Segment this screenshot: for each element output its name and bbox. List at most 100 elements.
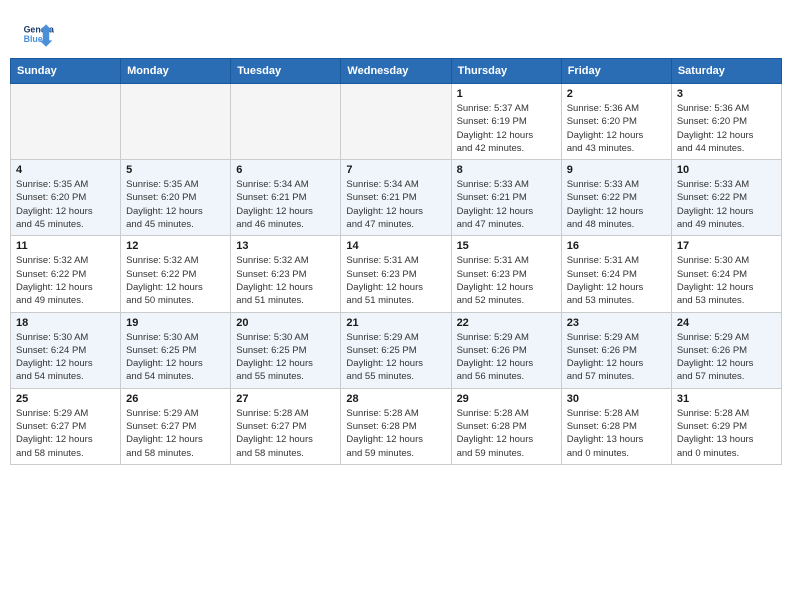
- day-number: 9: [567, 164, 666, 176]
- day-info: Sunrise: 5:31 AM Sunset: 6:23 PM Dayligh…: [457, 254, 556, 307]
- calendar-day-cell: 2 Sunrise: 5:36 AM Sunset: 6:20 PM Daylig…: [561, 84, 671, 160]
- calendar-day-cell: 9 Sunrise: 5:33 AM Sunset: 6:22 PM Daylig…: [561, 160, 671, 236]
- logo: General Blue: [22, 18, 54, 50]
- day-number: 29: [457, 393, 556, 405]
- day-info: Sunrise: 5:36 AM Sunset: 6:20 PM Dayligh…: [677, 102, 776, 155]
- calendar-day-cell: 10 Sunrise: 5:33 AM Sunset: 6:22 PM Dayli…: [671, 160, 781, 236]
- calendar-day-cell: 15 Sunrise: 5:31 AM Sunset: 6:23 PM Dayli…: [451, 236, 561, 312]
- calendar-day-cell: 31 Sunrise: 5:28 AM Sunset: 6:29 PM Dayli…: [671, 388, 781, 464]
- day-info: Sunrise: 5:28 AM Sunset: 6:27 PM Dayligh…: [236, 407, 335, 460]
- weekday-header-monday: Monday: [121, 59, 231, 84]
- calendar-day-cell: 14Sunrise: 5:31 AM Sunset: 6:23 PM Dayli…: [341, 236, 451, 312]
- calendar-day-cell: 16 Sunrise: 5:31 AM Sunset: 6:24 PM Dayli…: [561, 236, 671, 312]
- day-info: Sunrise: 5:32 AM Sunset: 6:22 PM Dayligh…: [16, 254, 115, 307]
- day-info: Sunrise: 5:33 AM Sunset: 6:22 PM Dayligh…: [677, 178, 776, 231]
- calendar-day-cell: 13 Sunrise: 5:32 AM Sunset: 6:23 PM Dayli…: [231, 236, 341, 312]
- day-info: Sunrise: 5:34 AM Sunset: 6:21 PM Dayligh…: [346, 178, 445, 231]
- calendar-day-cell: 24 Sunrise: 5:29 AM Sunset: 6:26 PM Dayli…: [671, 312, 781, 388]
- calendar-day-cell: 28 Sunrise: 5:28 AM Sunset: 6:28 PM Dayli…: [341, 388, 451, 464]
- day-number: 14: [346, 240, 445, 252]
- day-info: Sunrise: 5:30 AM Sunset: 6:24 PM Dayligh…: [677, 254, 776, 307]
- calendar-day-cell: 6Sunrise: 5:34 AM Sunset: 6:21 PM Daylig…: [231, 160, 341, 236]
- day-number: 31: [677, 393, 776, 405]
- logo-icon: General Blue: [22, 18, 54, 50]
- day-number: 3: [677, 88, 776, 100]
- day-info: Sunrise: 5:29 AM Sunset: 6:27 PM Dayligh…: [16, 407, 115, 460]
- calendar-week-row: 25 Sunrise: 5:29 AM Sunset: 6:27 PM Dayli…: [11, 388, 782, 464]
- day-info: Sunrise: 5:34 AM Sunset: 6:21 PM Dayligh…: [236, 178, 335, 231]
- day-info: Sunrise: 5:33 AM Sunset: 6:21 PM Dayligh…: [457, 178, 556, 231]
- day-info: Sunrise: 5:33 AM Sunset: 6:22 PM Dayligh…: [567, 178, 666, 231]
- day-info: Sunrise: 5:31 AM Sunset: 6:24 PM Dayligh…: [567, 254, 666, 307]
- day-number: 20: [236, 317, 335, 329]
- svg-text:Blue: Blue: [24, 34, 43, 44]
- calendar-day-cell: 8 Sunrise: 5:33 AM Sunset: 6:21 PM Daylig…: [451, 160, 561, 236]
- day-number: 4: [16, 164, 115, 176]
- day-number: 25: [16, 393, 115, 405]
- calendar-day-cell: 5 Sunrise: 5:35 AM Sunset: 6:20 PM Daylig…: [121, 160, 231, 236]
- calendar-day-cell: 21 Sunrise: 5:29 AM Sunset: 6:25 PM Dayli…: [341, 312, 451, 388]
- day-info: Sunrise: 5:28 AM Sunset: 6:28 PM Dayligh…: [346, 407, 445, 460]
- day-info: Sunrise: 5:32 AM Sunset: 6:23 PM Dayligh…: [236, 254, 335, 307]
- calendar-day-cell: 25 Sunrise: 5:29 AM Sunset: 6:27 PM Dayli…: [11, 388, 121, 464]
- day-info: Sunrise: 5:29 AM Sunset: 6:27 PM Dayligh…: [126, 407, 225, 460]
- day-info: Sunrise: 5:28 AM Sunset: 6:28 PM Dayligh…: [567, 407, 666, 460]
- calendar-day-cell: 30 Sunrise: 5:28 AM Sunset: 6:28 PM Dayli…: [561, 388, 671, 464]
- calendar-day-cell: [121, 84, 231, 160]
- day-number: 13: [236, 240, 335, 252]
- calendar-day-cell: 7Sunrise: 5:34 AM Sunset: 6:21 PM Daylig…: [341, 160, 451, 236]
- calendar-day-cell: [11, 84, 121, 160]
- calendar-table: SundayMondayTuesdayWednesdayThursdayFrid…: [10, 58, 782, 465]
- day-number: 27: [236, 393, 335, 405]
- day-info: Sunrise: 5:29 AM Sunset: 6:26 PM Dayligh…: [457, 331, 556, 384]
- weekday-header-thursday: Thursday: [451, 59, 561, 84]
- day-info: Sunrise: 5:36 AM Sunset: 6:20 PM Dayligh…: [567, 102, 666, 155]
- day-number: 21: [346, 317, 445, 329]
- calendar-day-cell: [231, 84, 341, 160]
- weekday-header-sunday: Sunday: [11, 59, 121, 84]
- calendar-day-cell: [341, 84, 451, 160]
- day-info: Sunrise: 5:35 AM Sunset: 6:20 PM Dayligh…: [16, 178, 115, 231]
- page-header: General Blue: [10, 10, 782, 54]
- day-info: Sunrise: 5:30 AM Sunset: 6:24 PM Dayligh…: [16, 331, 115, 384]
- day-number: 15: [457, 240, 556, 252]
- weekday-header-saturday: Saturday: [671, 59, 781, 84]
- day-info: Sunrise: 5:28 AM Sunset: 6:28 PM Dayligh…: [457, 407, 556, 460]
- calendar-week-row: 11 Sunrise: 5:32 AM Sunset: 6:22 PM Dayli…: [11, 236, 782, 312]
- weekday-header-wednesday: Wednesday: [341, 59, 451, 84]
- day-info: Sunrise: 5:29 AM Sunset: 6:25 PM Dayligh…: [346, 331, 445, 384]
- calendar-day-cell: 23 Sunrise: 5:29 AM Sunset: 6:26 PM Dayli…: [561, 312, 671, 388]
- day-number: 30: [567, 393, 666, 405]
- day-number: 2: [567, 88, 666, 100]
- weekday-header-friday: Friday: [561, 59, 671, 84]
- day-info: Sunrise: 5:29 AM Sunset: 6:26 PM Dayligh…: [567, 331, 666, 384]
- day-info: Sunrise: 5:29 AM Sunset: 6:26 PM Dayligh…: [677, 331, 776, 384]
- day-number: 17: [677, 240, 776, 252]
- day-number: 5: [126, 164, 225, 176]
- day-info: Sunrise: 5:35 AM Sunset: 6:20 PM Dayligh…: [126, 178, 225, 231]
- day-number: 26: [126, 393, 225, 405]
- day-number: 11: [16, 240, 115, 252]
- calendar-day-cell: 19Sunrise: 5:30 AM Sunset: 6:25 PM Dayli…: [121, 312, 231, 388]
- calendar-day-cell: 1 Sunrise: 5:37 AM Sunset: 6:19 PM Daylig…: [451, 84, 561, 160]
- day-number: 1: [457, 88, 556, 100]
- day-number: 16: [567, 240, 666, 252]
- day-number: 23: [567, 317, 666, 329]
- day-info: Sunrise: 5:28 AM Sunset: 6:29 PM Dayligh…: [677, 407, 776, 460]
- calendar-day-cell: 11 Sunrise: 5:32 AM Sunset: 6:22 PM Dayli…: [11, 236, 121, 312]
- day-number: 19: [126, 317, 225, 329]
- calendar-week-row: 18 Sunrise: 5:30 AM Sunset: 6:24 PM Dayli…: [11, 312, 782, 388]
- day-number: 24: [677, 317, 776, 329]
- day-info: Sunrise: 5:37 AM Sunset: 6:19 PM Dayligh…: [457, 102, 556, 155]
- calendar-day-cell: 27 Sunrise: 5:28 AM Sunset: 6:27 PM Dayli…: [231, 388, 341, 464]
- calendar-day-cell: 20Sunrise: 5:30 AM Sunset: 6:25 PM Dayli…: [231, 312, 341, 388]
- calendar-day-cell: 29 Sunrise: 5:28 AM Sunset: 6:28 PM Dayli…: [451, 388, 561, 464]
- day-number: 28: [346, 393, 445, 405]
- calendar-week-row: 1 Sunrise: 5:37 AM Sunset: 6:19 PM Daylig…: [11, 84, 782, 160]
- day-number: 10: [677, 164, 776, 176]
- calendar-week-row: 4 Sunrise: 5:35 AM Sunset: 6:20 PM Daylig…: [11, 160, 782, 236]
- weekday-header-row: SundayMondayTuesdayWednesdayThursdayFrid…: [11, 59, 782, 84]
- calendar-day-cell: 22Sunrise: 5:29 AM Sunset: 6:26 PM Dayli…: [451, 312, 561, 388]
- day-number: 18: [16, 317, 115, 329]
- day-number: 8: [457, 164, 556, 176]
